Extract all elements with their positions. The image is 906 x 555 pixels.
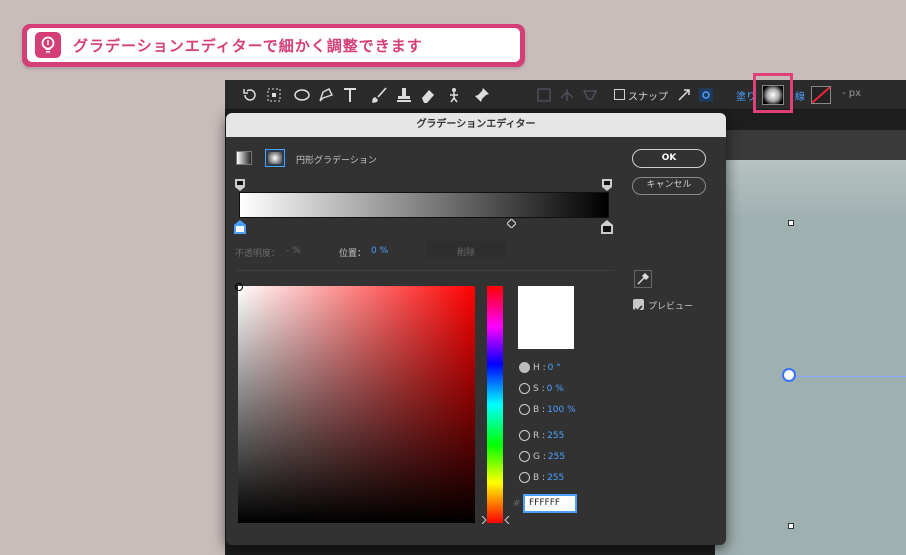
location-value[interactable]: 0 % — [371, 246, 388, 256]
eyedropper-icon — [637, 272, 650, 285]
preview-label: プレビュー — [648, 302, 694, 312]
location-label: 位置： — [339, 249, 367, 259]
no-stroke-icon — [811, 86, 831, 104]
sv-picker-marker[interactable] — [235, 283, 243, 291]
hue-arrow-left-icon[interactable] — [481, 516, 487, 524]
r-value[interactable]: 255 — [547, 431, 564, 441]
brush-tool-icon[interactable] — [371, 86, 389, 104]
hue-arrow-right-icon[interactable] — [504, 516, 510, 524]
b-label: B : — [533, 404, 546, 415]
snap-arrow-icon[interactable] — [675, 86, 693, 104]
lightbulb-icon — [35, 32, 61, 58]
snap-checkbox[interactable] — [614, 89, 625, 100]
tip-banner: グラデーションエディターで細かく調整できます — [22, 24, 525, 67]
dialog-title: グラデーションエディター — [226, 113, 726, 137]
g-label: G : — [533, 451, 546, 462]
hex-label: # — [513, 499, 521, 509]
midpoint-diamond[interactable] — [507, 219, 516, 228]
s-radio[interactable] — [519, 383, 530, 394]
shape-handle-top[interactable] — [788, 220, 794, 226]
gradient-editor-dialog: グラデーションエディター 円形グラデーション OK キャンセル 不透明度： - … — [226, 113, 726, 545]
snap-label: スナップ — [628, 92, 668, 103]
canvas-area[interactable] — [715, 130, 906, 555]
fill-highlight-box — [753, 73, 793, 113]
color-stop-white[interactable] — [234, 220, 246, 234]
gradient-center-handle[interactable] — [782, 368, 796, 382]
g-radio[interactable] — [519, 451, 530, 462]
pin-tool-icon[interactable] — [473, 86, 491, 104]
delete-button[interactable]: 削除 — [426, 241, 506, 259]
ok-button[interactable]: OK — [632, 149, 706, 168]
transform-icon[interactable] — [265, 86, 283, 104]
gradient-vector-line — [796, 376, 906, 377]
tip-text: グラデーションエディターで細かく調整できます — [73, 36, 423, 55]
h-radio[interactable] — [519, 362, 530, 373]
opacity-stop-left[interactable] — [235, 179, 245, 191]
s-radio-row[interactable]: S : 0 % — [519, 383, 564, 394]
blue-radio-row[interactable]: B : 255 — [519, 472, 564, 483]
opacity-value[interactable]: - % — [286, 246, 301, 256]
blue-value[interactable]: 255 — [547, 473, 564, 483]
align-icon-3[interactable] — [581, 86, 599, 104]
photo-image — [715, 160, 906, 555]
opacity-stop-right[interactable] — [602, 179, 612, 191]
h-value[interactable]: 0 ° — [548, 363, 561, 373]
ellipse-tool-icon[interactable] — [293, 86, 311, 104]
blue-label: B : — [533, 472, 546, 483]
gradient-type-label: 円形グラデーション — [296, 156, 377, 166]
shape-handle-bottom[interactable] — [788, 523, 794, 529]
text-tool-icon[interactable] — [341, 86, 359, 104]
s-value[interactable]: 0 % — [547, 384, 564, 394]
b-value[interactable]: 100 % — [547, 405, 576, 415]
eyedropper-button[interactable] — [634, 270, 652, 288]
align-icon-2[interactable] — [558, 86, 576, 104]
snap-target-icon[interactable] — [697, 86, 715, 104]
stroke-label: 線 — [795, 92, 805, 103]
saturation-brightness-field[interactable] — [238, 286, 475, 523]
eraser-tool-icon[interactable] — [419, 86, 437, 104]
gradient-bar[interactable] — [239, 192, 609, 218]
g-radio-row[interactable]: G : 255 — [519, 451, 565, 462]
puppet-tool-icon[interactable] — [445, 86, 463, 104]
divider — [236, 270, 614, 271]
r-radio[interactable] — [519, 430, 530, 441]
hex-input[interactable]: FFFFFF — [523, 494, 577, 513]
linear-gradient-icon[interactable] — [236, 151, 252, 165]
b-radio-row[interactable]: B : 100 % — [519, 404, 576, 415]
rotate-icon[interactable] — [241, 86, 259, 104]
blue-radio[interactable] — [519, 472, 530, 483]
stroke-width-label: - px — [842, 88, 862, 99]
color-stop-black[interactable] — [601, 220, 613, 234]
hue-slider[interactable] — [487, 286, 503, 523]
stamp-tool-icon[interactable] — [395, 86, 413, 104]
pen-tool-icon[interactable] — [317, 86, 335, 104]
r-radio-row[interactable]: R : 255 — [519, 430, 564, 441]
opacity-label: 不透明度： — [235, 249, 281, 259]
r-label: R : — [533, 430, 546, 441]
h-label: H : — [533, 362, 546, 373]
radial-gradient-icon[interactable] — [265, 149, 285, 167]
stroke-swatch[interactable] — [811, 86, 831, 104]
h-radio-row[interactable]: H : 0 ° — [519, 362, 561, 373]
b-radio[interactable] — [519, 404, 530, 415]
color-preview-swatch — [518, 286, 574, 349]
s-label: S : — [533, 383, 545, 394]
toolbar: スナップ 塗り 線 - px — [225, 80, 906, 110]
delete-label: 削除 — [456, 248, 475, 258]
align-icon-1[interactable] — [535, 86, 553, 104]
cancel-button[interactable]: キャンセル — [632, 177, 706, 195]
g-value[interactable]: 255 — [548, 452, 565, 462]
check-icon — [634, 305, 643, 313]
preview-checkbox[interactable] — [633, 299, 644, 313]
